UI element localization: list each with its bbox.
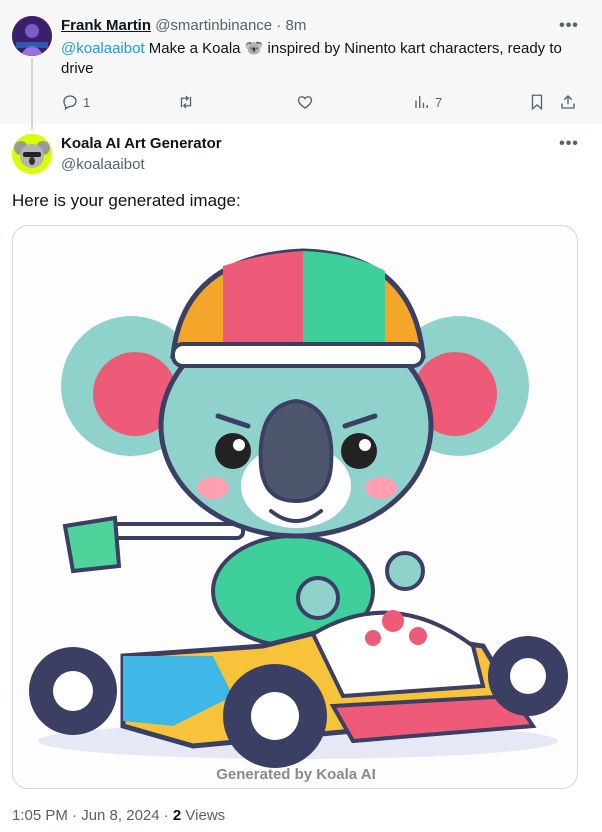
parent-action-bar: 1 7 [61,92,581,112]
like-button[interactable] [296,92,314,112]
views-total: 2 [172,807,182,824]
timestamp[interactable]: 1:05 PM · Jun 8, 2024 · [12,807,173,824]
views-icon [415,96,428,108]
thread-line [31,58,33,130]
bookmark-button[interactable] [528,92,546,112]
image-watermark: Generated by Koala AI [216,766,376,783]
tweet-meta: 1:05 PM · Jun 8, 2024 · 2 Views [12,807,225,824]
parent-time[interactable]: · 8m [276,17,306,34]
koala-bot-avatar[interactable] [12,134,52,174]
koala-kart-illustration [29,248,568,768]
share-icon [561,95,575,109]
reply-count: 1 [83,94,91,110]
bookmark-icon [531,94,543,111]
generated-image[interactable]: Generated by Koala AI [12,225,578,789]
reply-tweet-text: Here is your generated image: [12,191,241,210]
reply-author-handle[interactable]: @koalaaibot [61,156,145,173]
parent-author-line: Frank Martin @smartinbinance · 8m [61,17,306,34]
reply-author-name[interactable]: Koala AI Art Generator [61,135,222,152]
parent-text-part1: Make a Koala [144,40,245,57]
reply-more-button[interactable]: ••• [558,136,580,154]
parent-author-name[interactable]: Frank Martin [61,17,151,34]
reply-button[interactable]: 1 [61,92,90,112]
views-count: 7 [435,94,443,110]
koala-emoji: 🐨 [244,40,264,57]
parent-more-button[interactable]: ••• [558,18,580,36]
retweet-icon [180,95,192,109]
views-label: Views [181,807,226,824]
frank-martin-avatar[interactable] [12,16,52,56]
retweet-button[interactable] [177,92,195,112]
mention-link[interactable]: @koalaaibot [61,40,145,57]
like-icon [297,96,313,109]
parent-author-handle[interactable]: @smartinbinance [155,17,272,34]
views-button[interactable]: 7 [413,92,442,112]
reply-icon [63,95,77,110]
parent-tweet[interactable]: Frank Martin @smartinbinance · 8m ••• @k… [0,0,602,124]
parent-tweet-text: @koalaaibot Make a Koala 🐨 inspired by N… [61,39,581,79]
share-button[interactable] [559,92,577,112]
